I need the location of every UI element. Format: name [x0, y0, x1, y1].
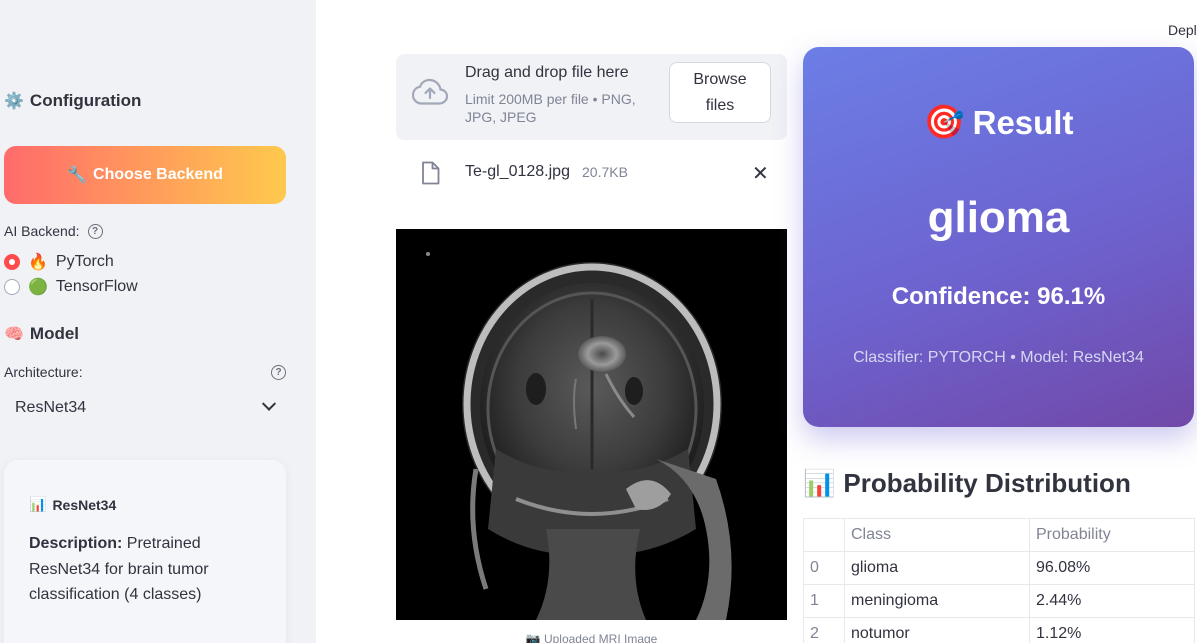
cloud-upload-icon	[412, 78, 448, 105]
bar-chart-icon: 📊	[29, 496, 47, 512]
help-icon[interactable]: ?	[271, 364, 286, 380]
model-info-title-text: ResNet34	[52, 496, 117, 513]
radio-unselected-icon[interactable]	[4, 279, 20, 295]
row-class: meningioma	[844, 584, 1030, 618]
predicted-class: glioma	[927, 193, 1070, 242]
choose-backend-label: Choose Backend	[93, 166, 223, 183]
model-info-card: 📊 ResNet34 Description: Pretrained ResNe…	[4, 460, 286, 643]
browse-files-label: Browse files	[693, 70, 747, 114]
fire-icon: 🔥	[28, 254, 48, 271]
confidence-value: Confidence: 96.1%	[891, 283, 1106, 310]
brain-icon: 🧠	[4, 326, 24, 343]
table-row: 1 meningioma 2.44%	[803, 584, 1195, 618]
close-icon[interactable]: ✕	[752, 161, 769, 186]
row-class: notumor	[844, 617, 1030, 643]
model-heading-label: Model	[29, 324, 80, 343]
file-size: 20.7KB	[582, 164, 628, 180]
file-dropzone[interactable]: Drag and drop file here Limit 200MB per …	[396, 54, 787, 140]
dropzone-title: Drag and drop file here	[465, 64, 629, 81]
column-header-class[interactable]: Class	[844, 518, 1030, 552]
sidebar: ⚙️ Configuration 🔧 Choose Backend AI Bac…	[0, 0, 316, 643]
radio-pytorch[interactable]: 🔥 PyTorch	[4, 252, 114, 272]
image-caption: 📷 Uploaded MRI Image	[396, 632, 787, 643]
row-probability: 1.12%	[1029, 617, 1195, 643]
architecture-select[interactable]: ResNet34	[4, 388, 286, 428]
row-class: glioma	[844, 551, 1030, 585]
gear-icon: ⚙️	[4, 93, 24, 110]
classifier-meta: Classifier: PYTORCH • Model: ResNet34	[853, 349, 1144, 366]
radio-tensorflow[interactable]: 🟢 TensorFlow	[4, 277, 138, 297]
architecture-select-value: ResNet34	[15, 399, 87, 416]
row-index: 1	[803, 584, 845, 618]
target-icon: 🎯	[923, 103, 965, 140]
model-info-description: Description: Pretrained ResNet34 for bra…	[29, 531, 261, 608]
column-header-probability[interactable]: Probability	[1029, 518, 1195, 552]
configuration-heading-label: Configuration	[29, 91, 142, 110]
browse-files-button[interactable]: Browse files	[669, 62, 771, 123]
architecture-label-text: Architecture:	[4, 364, 83, 380]
result-title: 🎯 Result	[803, 103, 1194, 142]
file-icon	[422, 161, 440, 185]
wrench-icon: 🔧	[67, 167, 88, 184]
model-info-title: 📊 ResNet34	[29, 496, 261, 513]
architecture-label: Architecture: ?	[4, 364, 286, 380]
table-row: 0 glioma 96.08%	[803, 551, 1195, 585]
image-caption-text: Uploaded MRI Image	[543, 632, 658, 643]
choose-backend-button[interactable]: 🔧 Choose Backend	[4, 146, 286, 204]
chevron-down-icon	[261, 396, 277, 411]
row-probability: 96.08%	[1029, 551, 1195, 585]
deploy-button[interactable]: Depl	[1168, 22, 1197, 38]
table-header-row: Class Probability	[803, 518, 1195, 552]
row-index: 2	[803, 617, 845, 643]
mri-scan-graphic	[396, 229, 787, 620]
ai-backend-label: AI Backend: ?	[4, 223, 103, 239]
probability-heading: 📊 Probability Distribution	[803, 468, 1131, 499]
configuration-heading: ⚙️ Configuration	[4, 91, 141, 111]
description-label: Description:	[29, 535, 123, 552]
mri-image	[396, 229, 787, 620]
uploaded-file-row: Te-gl_0128.jpg 20.7KB ✕	[396, 155, 787, 191]
row-index: 0	[803, 551, 845, 585]
ai-backend-label-text: AI Backend:	[4, 223, 80, 239]
probability-heading-text: Probability Distribution	[843, 468, 1131, 498]
radio-pytorch-label: PyTorch	[55, 253, 114, 270]
camera-icon: 📷	[525, 632, 541, 643]
radio-tensorflow-label: TensorFlow	[55, 278, 138, 295]
column-header-index[interactable]	[803, 518, 845, 552]
file-name: Te-gl_0128.jpg	[465, 163, 570, 180]
probability-table: Class Probability 0 glioma 96.08% 1 meni…	[803, 518, 1195, 643]
model-heading: 🧠 Model	[4, 324, 79, 344]
dropzone-limit: Limit 200MB per file • PNG, JPG, JPEG	[465, 91, 636, 125]
result-card: 🎯 Result glioma Confidence: 96.1% Classi…	[803, 47, 1194, 427]
green-circle-icon: 🟢	[28, 279, 48, 296]
table-row: 2 notumor 1.12%	[803, 617, 1195, 643]
result-title-text: Result	[972, 103, 1074, 141]
radio-selected-icon[interactable]	[4, 254, 20, 270]
bar-chart-icon: 📊	[803, 468, 836, 498]
row-probability: 2.44%	[1029, 584, 1195, 618]
help-icon[interactable]: ?	[87, 223, 103, 239]
